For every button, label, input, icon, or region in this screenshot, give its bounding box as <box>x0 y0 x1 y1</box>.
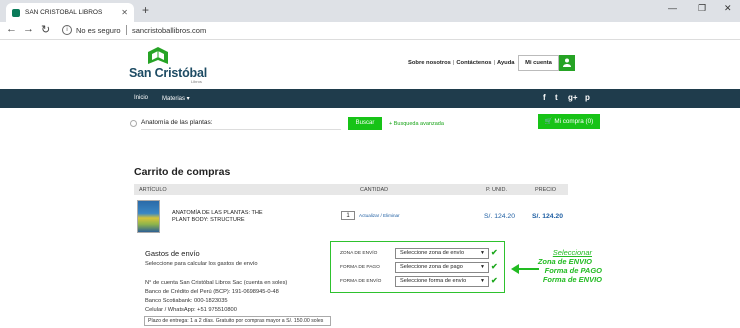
search-input[interactable] <box>141 116 341 130</box>
logo-subtext: Libros <box>191 79 202 84</box>
bank-account-line: N° de cuenta San Cristóbal Libros Sac (c… <box>145 280 288 286</box>
link-contact[interactable]: Contáctenos <box>456 60 491 66</box>
shipping-method-row: FORMA DE ENVÍO Seleccione forma de envío… <box>331 276 506 288</box>
col-article: ARTÍCULO <box>139 187 167 193</box>
back-icon[interactable]: ← <box>6 23 17 35</box>
tab-close-icon[interactable]: ✕ <box>121 8 128 17</box>
nav-home[interactable]: Inicio <box>134 95 148 101</box>
phone-whatsapp-line: Celular / WhatsApp: +51 975510800 <box>145 307 237 313</box>
annotation-line-zone: Zona de ENVIO <box>537 257 592 266</box>
pinterest-icon[interactable]: p <box>585 93 590 102</box>
restore-icon[interactable]: ❐ <box>698 3 706 14</box>
tab-title: SAN CRISTOBAL LIBROS <box>25 9 103 16</box>
my-cart-button[interactable]: 🛒 Mi compra (0) <box>538 114 600 129</box>
col-price: PRECIO <box>535 187 557 193</box>
unit-price: S/. 124.20 <box>484 213 515 220</box>
book-logo-icon[interactable] <box>147 46 169 66</box>
address-separator <box>126 25 127 35</box>
chevron-down-icon: ▼ <box>480 250 485 256</box>
shipping-zone-select[interactable]: Seleccione zona de envío ▼ <box>395 248 489 259</box>
browser-tab[interactable]: SAN CRISTOBAL LIBROS ✕ <box>6 3 134 22</box>
twitter-icon[interactable]: t <box>555 93 558 102</box>
quantity-field[interactable]: 1 <box>341 211 355 220</box>
shipping-method-label: FORMA DE ENVÍO <box>340 279 382 284</box>
chevron-down-icon: ▼ <box>480 264 485 270</box>
shipping-title: Gastos de envío <box>145 249 200 258</box>
bank-scotiabank-line: Banco Scotiabank: 000-1823035 <box>145 298 228 304</box>
window-close-icon[interactable]: ✕ <box>724 3 732 14</box>
forward-icon[interactable]: → <box>23 23 34 35</box>
url-text[interactable]: sancristoballibros.com <box>132 26 206 35</box>
checkmark-icon: ✔ <box>491 276 498 285</box>
facebook-icon[interactable]: f <box>543 93 546 102</box>
chevron-down-icon: ▼ <box>480 278 485 284</box>
account-button[interactable]: Mi cuenta <box>518 55 559 71</box>
reload-icon[interactable]: ↻ <box>41 23 50 36</box>
update-remove-link[interactable]: Actualizar / Eliminar <box>359 213 400 218</box>
payment-method-select[interactable]: Seleccione zona de pago ▼ <box>395 262 489 273</box>
annotation-line-shipping: Forma de ENVIO <box>542 275 602 284</box>
advanced-search-link[interactable]: + Busqueda avanzada <box>389 121 444 127</box>
shipping-zone-value: Seleccione zona de envío <box>400 250 465 256</box>
annotation-line-payment: Forma de PAGO <box>544 266 602 275</box>
col-quantity: CANTIDAD <box>360 187 389 193</box>
user-icon[interactable] <box>559 55 575 71</box>
google-plus-icon[interactable]: g+ <box>568 93 578 102</box>
book-title[interactable]: ANATOMÍA DE LAS PLANTAS: THE PLANT BODY:… <box>172 210 267 224</box>
col-unit-price: P. UNID. <box>486 187 507 193</box>
delivery-note: Plazo de entrega: 1 a 2 días. Gratuito p… <box>144 316 331 326</box>
main-navbar: Inicio Materias ▾ f t g+ p <box>0 89 740 108</box>
link-about[interactable]: Sobre nosotros <box>408 60 451 66</box>
site-favicon-icon <box>12 8 20 17</box>
payment-method-row: FORMA DE PAGO Seleccione zona de pago ▼ ✔ <box>331 262 506 274</box>
top-links: Sobre nosotros | Contáctenos | Ayuda <box>408 60 515 66</box>
shipping-zone-label: ZONA DE ENVÍO <box>340 251 378 256</box>
shipping-method-value: Seleccione forma de envío <box>400 278 467 284</box>
book-cover-image[interactable] <box>137 200 160 233</box>
search-button[interactable]: Buscar <box>348 117 382 130</box>
shipping-method-select[interactable]: Seleccione forma de envío ▼ <box>395 276 489 287</box>
site-info-icon[interactable]: i <box>62 25 72 35</box>
page-title: Carrito de compras <box>134 166 231 178</box>
payment-method-value: Seleccione zona de pago <box>400 264 463 270</box>
checkmark-icon: ✔ <box>491 248 498 257</box>
annotation-title: Seleccionar <box>552 248 592 257</box>
security-status[interactable]: No es seguro <box>76 26 121 35</box>
minimize-icon[interactable]: — <box>668 3 677 13</box>
link-separator: | <box>452 60 455 66</box>
shipping-subtitle: Seleccione para calcular los gastos de e… <box>145 261 258 267</box>
nav-subjects-menu[interactable]: Materias ▾ <box>162 95 190 102</box>
address-bar: ← → ↻ i No es seguro sancristoballibros.… <box>0 22 740 40</box>
payment-method-label: FORMA DE PAGO <box>340 265 380 270</box>
new-tab-button[interactable]: + <box>142 3 149 17</box>
cart-table-header: ARTÍCULO CANTIDAD P. UNID. PRECIO <box>134 184 568 195</box>
logo-text[interactable]: San Cristóbal <box>129 66 207 80</box>
search-radio[interactable] <box>130 120 137 127</box>
link-help[interactable]: Ayuda <box>497 60 515 66</box>
link-separator: | <box>493 60 495 66</box>
bank-bcp-line: Banco de Crédito del Perú (BCP): 191-069… <box>145 289 279 295</box>
total-price: S/. 124.20 <box>532 213 563 220</box>
browser-tab-bar: SAN CRISTOBAL LIBROS ✕ + — ❐ ✕ <box>0 0 740 22</box>
checkmark-icon: ✔ <box>491 262 498 271</box>
shipping-zone-row: ZONA DE ENVÍO Seleccione zona de envío ▼ … <box>331 248 506 260</box>
shipping-options-box: ZONA DE ENVÍO Seleccione zona de envío ▼ … <box>330 241 505 293</box>
